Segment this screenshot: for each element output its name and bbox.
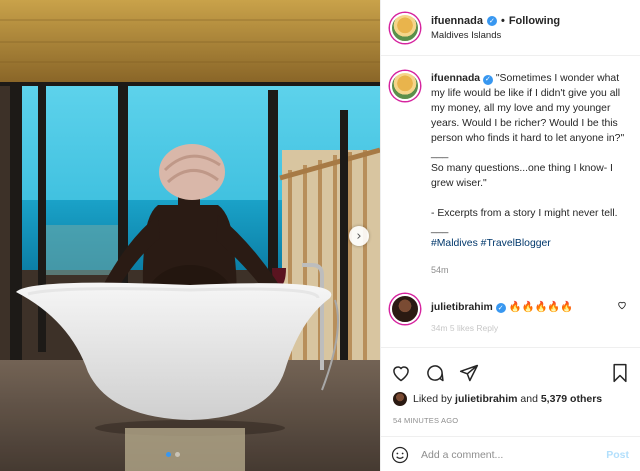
heart-icon[interactable] (391, 363, 411, 383)
comment-like-heart-icon[interactable] (617, 300, 627, 310)
verified-badge-icon: ✓ (495, 303, 506, 313)
bookmark-icon[interactable] (611, 363, 629, 383)
verified-badge-icon: ✓ (482, 74, 493, 85)
commenter-avatar[interactable] (390, 294, 420, 324)
post-timestamp[interactable]: 54 MINUTES AGO (381, 416, 640, 425)
liker-avatar[interactable] (393, 392, 407, 406)
author-username[interactable]: ifuennada (431, 15, 483, 27)
caption-text: "Sometimes I wonder what my life would b… (431, 73, 625, 234)
caption-hashtags[interactable]: #Maldives #TravelBlogger (431, 236, 631, 251)
post-location[interactable]: Maldives Islands (431, 30, 560, 41)
smiley-icon[interactable] (391, 446, 409, 464)
liked-by-and: and (520, 393, 538, 405)
liked-by-prefix: Liked by (413, 393, 453, 405)
caption-author-avatar[interactable] (390, 71, 420, 101)
post-actions: Liked by julietibrahim and 5,379 others … (381, 347, 640, 471)
caption-timestamp[interactable]: 54m (431, 263, 631, 278)
carousel-dots (166, 452, 180, 457)
add-comment-row: Post (381, 436, 640, 471)
verified-badge-icon: ✓ (486, 15, 497, 26)
header-separator: • (500, 14, 505, 27)
commenter-username[interactable]: julietibrahim (431, 302, 493, 313)
paper-plane-icon[interactable] (459, 363, 479, 383)
post-header: ifuennada ✓ • Following Maldives Islands (381, 0, 640, 56)
post-photo[interactable]: › (0, 0, 380, 471)
liked-by-count[interactable]: 5,379 others (541, 393, 602, 405)
comment-meta[interactable]: 34m 5 likes Reply (431, 323, 573, 333)
comments-section: ifuennada ✓ "Sometimes I wonder what my … (381, 57, 640, 347)
carousel-next-button[interactable]: › (349, 226, 369, 246)
author-avatar[interactable] (390, 12, 420, 43)
caption-username[interactable]: ifuennada (431, 73, 480, 84)
liked-by-summary: Liked by julietibrahim and 5,379 others (381, 392, 640, 406)
carousel-dot (175, 452, 180, 457)
comment-text: 🔥🔥🔥🔥🔥 (508, 302, 574, 313)
comment-item: julietibrahim ✓ 🔥🔥🔥🔥🔥 34m 5 likes Reply (381, 278, 640, 333)
post-comment-button[interactable]: Post (606, 449, 629, 461)
liked-by-user[interactable]: julietibrahim (455, 393, 517, 405)
comment-bubble-icon[interactable] (425, 363, 445, 383)
following-button[interactable]: Following (509, 15, 560, 27)
bathtub-scene-image (0, 0, 380, 471)
post-caption: ifuennada ✓ "Sometimes I wonder what my … (381, 57, 640, 278)
carousel-dot (166, 452, 171, 457)
add-comment-input[interactable] (421, 448, 591, 461)
post-sidebar: ifuennada ✓ • Following Maldives Islands… (380, 0, 640, 471)
